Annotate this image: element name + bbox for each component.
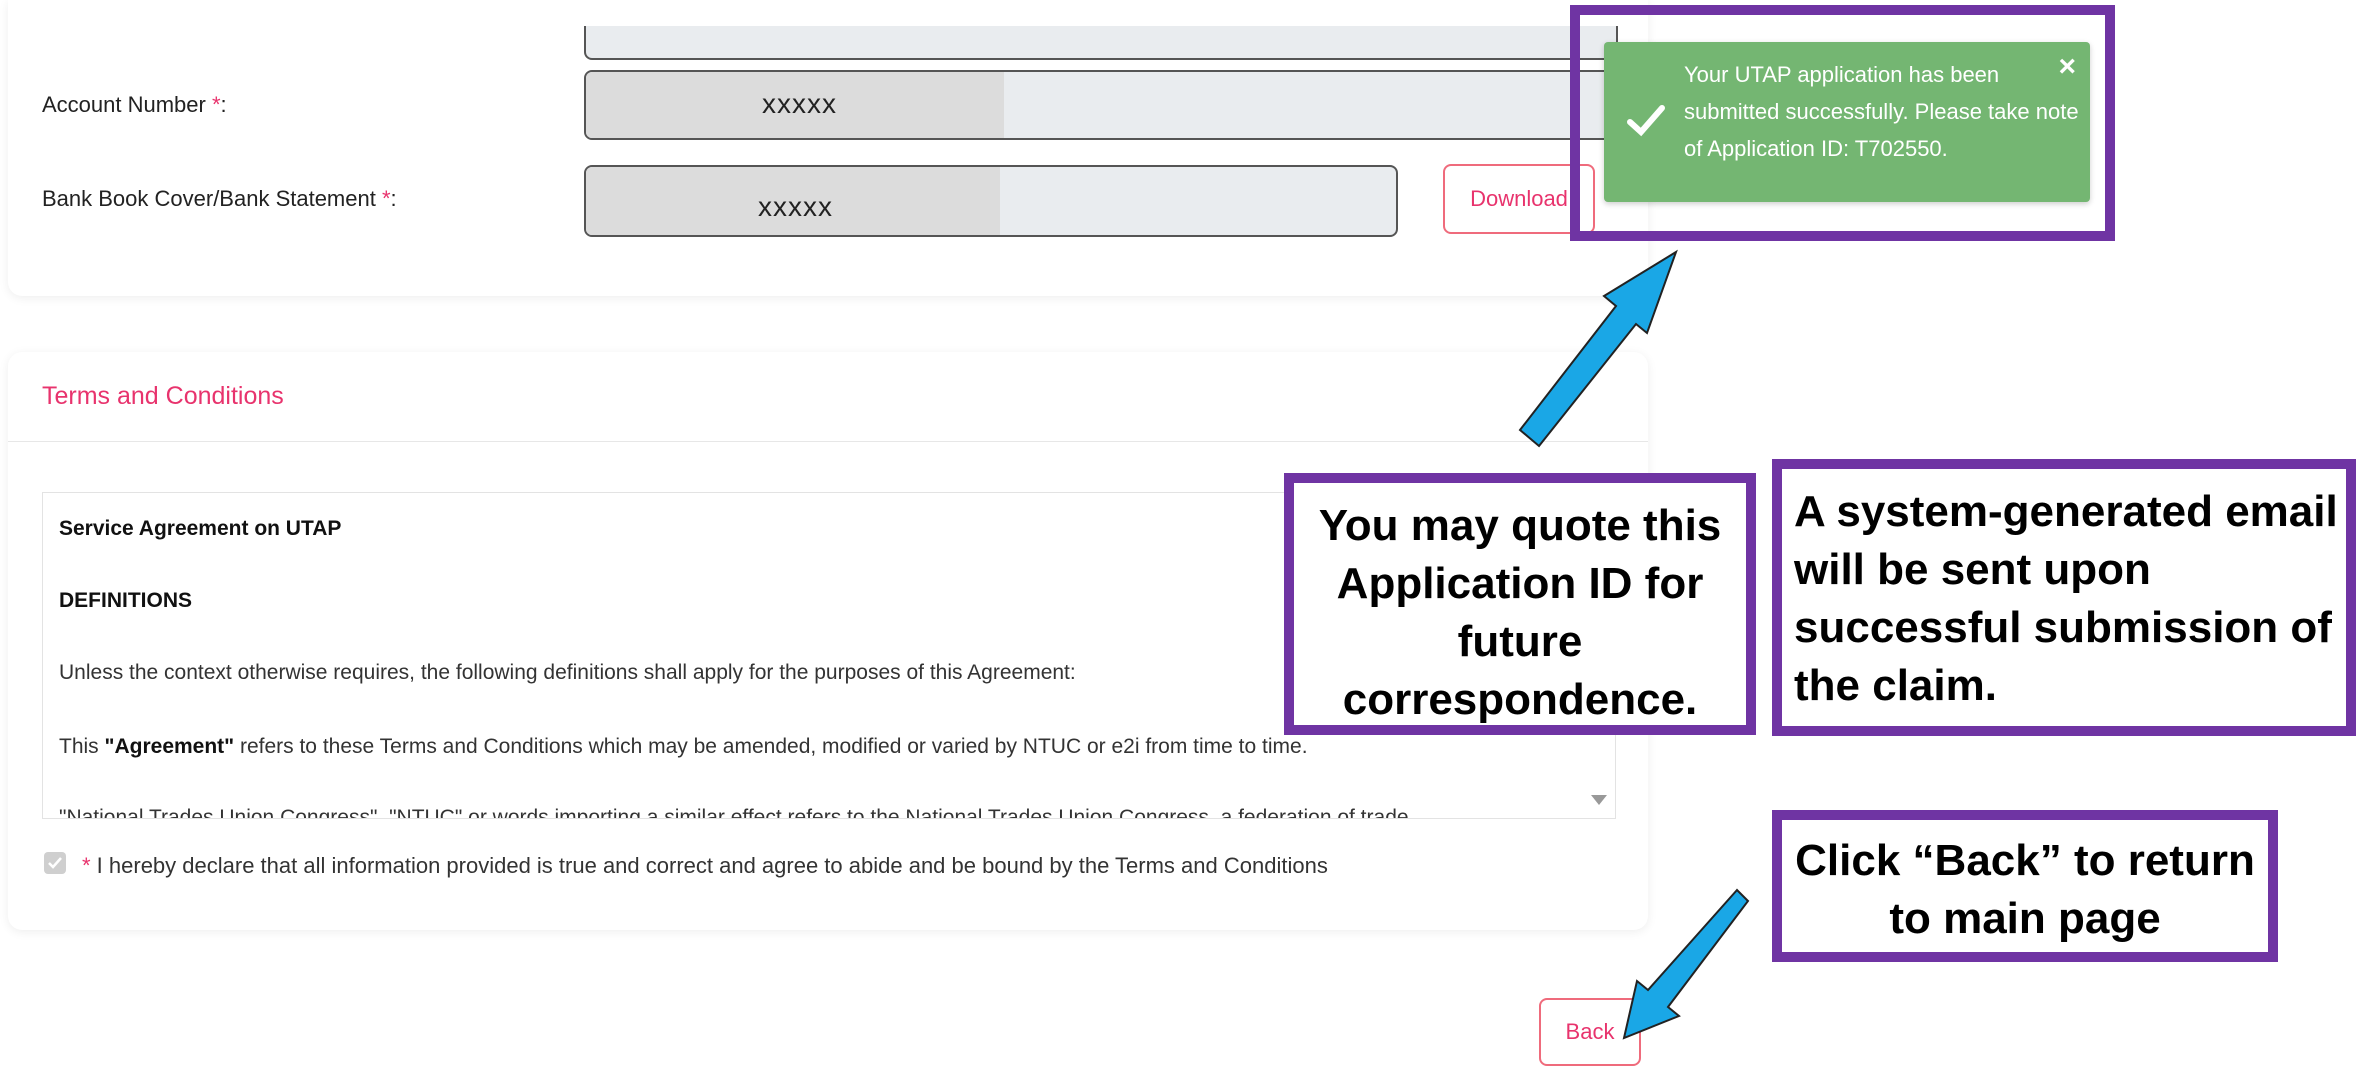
up-arrow-icon bbox=[1518, 249, 1678, 448]
arrows-overlay bbox=[1518, 249, 1750, 1040]
down-arrow-icon bbox=[1622, 888, 1750, 1040]
